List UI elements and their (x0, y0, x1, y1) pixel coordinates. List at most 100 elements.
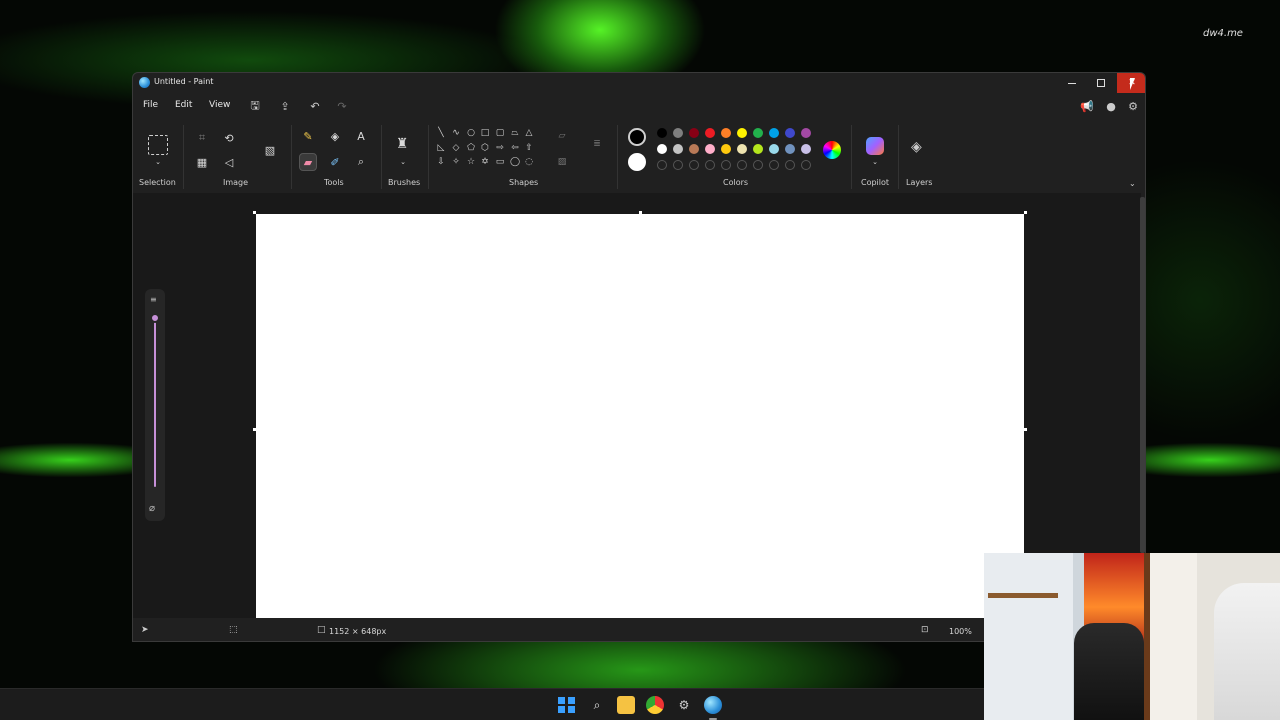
custom-color-slot[interactable] (657, 160, 667, 170)
line-shape-icon[interactable]: ╲ (435, 127, 447, 139)
triangle-shape-icon[interactable]: △ (523, 127, 535, 139)
palette-color-swatch[interactable] (657, 144, 667, 154)
maximize-button[interactable] (1086, 73, 1116, 93)
palette-color-swatch[interactable] (673, 144, 683, 154)
four-point-star-shape-icon[interactable]: ✧ (450, 156, 462, 168)
pencil-icon[interactable]: ✎ (299, 127, 317, 145)
menu-file[interactable]: File (143, 100, 158, 110)
canvas-resize-handle[interactable] (639, 211, 642, 214)
palette-color-swatch[interactable] (721, 144, 731, 154)
canvas-resize-handle[interactable] (253, 211, 256, 214)
selection-tool[interactable] (148, 135, 168, 155)
title-bar[interactable]: Untitled - Paint ✕ (133, 73, 1145, 93)
image-background-icon[interactable]: ▧ (260, 140, 280, 160)
canvas-resize-handle[interactable] (253, 428, 256, 431)
share-icon[interactable]: ⇪ (277, 98, 293, 114)
rectangle-shape-icon[interactable]: □ (479, 127, 491, 139)
arrow-up-shape-icon[interactable]: ⇧ (523, 142, 535, 154)
flip-icon[interactable]: ◁ (220, 153, 238, 171)
custom-color-slot[interactable] (753, 160, 763, 170)
text-tool-icon[interactable]: A (352, 127, 370, 145)
custom-color-slot[interactable] (673, 160, 683, 170)
fill-bucket-icon[interactable]: ◈ (326, 127, 344, 145)
pentagon-shape-icon[interactable]: ⬠ (465, 142, 477, 154)
canvas-resize-handle[interactable] (1024, 428, 1027, 431)
settings-app-icon[interactable]: ⚙ (675, 696, 693, 714)
rounded-rectangle-shape-icon[interactable]: ▢ (494, 127, 506, 139)
custom-color-slot[interactable] (769, 160, 779, 170)
brushes-chevron-down-icon[interactable]: ⌄ (394, 153, 412, 171)
palette-color-swatch[interactable] (769, 144, 779, 154)
oval-shape-icon[interactable]: ○ (465, 127, 477, 139)
vertical-scrollbar[interactable] (1140, 197, 1145, 553)
diamond-shape-icon[interactable]: ◇ (450, 142, 462, 154)
custom-color-slot[interactable] (689, 160, 699, 170)
rotate-icon[interactable]: ⟲ (220, 129, 238, 147)
palette-color-swatch[interactable] (673, 128, 683, 138)
palette-color-swatch[interactable] (769, 128, 779, 138)
custom-color-slot[interactable] (801, 160, 811, 170)
collapse-ribbon-chevron-icon[interactable]: ⌄ (1129, 179, 1136, 188)
edit-colors-icon[interactable] (823, 141, 841, 159)
arrow-down-shape-icon[interactable]: ⇩ (435, 156, 447, 168)
crop-icon[interactable]: ⌗ (193, 129, 211, 147)
shape-fill-icon[interactable]: ▨ (553, 153, 571, 171)
fit-to-window-icon[interactable]: ⊡ (921, 625, 929, 635)
custom-color-slot[interactable] (721, 160, 731, 170)
arrow-right-shape-icon[interactable]: ⇨ (494, 142, 506, 154)
hexagon-shape-icon[interactable]: ⬡ (479, 142, 491, 154)
palette-color-swatch[interactable] (689, 144, 699, 154)
canvas-resize-handle[interactable] (1024, 211, 1027, 214)
account-icon[interactable]: ● (1103, 98, 1119, 114)
resize-icon[interactable]: ▦ (193, 153, 211, 171)
outline-icon[interactable]: ▱ (553, 127, 571, 145)
chrome-icon[interactable] (646, 696, 664, 714)
save-icon[interactable]: 🖫 (247, 98, 263, 114)
palette-color-swatch[interactable] (753, 144, 763, 154)
palette-color-swatch[interactable] (737, 128, 747, 138)
shape-size-icon[interactable]: ≣ (588, 135, 606, 153)
polygon-shape-icon[interactable]: ⏢ (509, 127, 521, 139)
palette-color-swatch[interactable] (785, 128, 795, 138)
callout-rounded-shape-icon[interactable]: ▭ (494, 156, 506, 168)
menu-edit[interactable]: Edit (175, 100, 192, 110)
callout-cloud-shape-icon[interactable]: ◌ (523, 156, 535, 168)
arrow-left-shape-icon[interactable]: ⇦ (509, 142, 521, 154)
brush-size-slider-track[interactable] (154, 315, 156, 487)
settings-icon[interactable]: ⚙ (1125, 98, 1141, 114)
palette-color-swatch[interactable] (801, 144, 811, 154)
layers-icon[interactable]: ◈ (911, 139, 927, 155)
start-button-icon[interactable] (558, 696, 576, 714)
brush-icon[interactable]: ♜ (393, 135, 411, 153)
magnifier-icon[interactable]: ⌕ (352, 153, 370, 171)
secondary-color-swatch[interactable] (628, 153, 646, 171)
menu-view[interactable]: View (209, 100, 230, 110)
primary-color-swatch[interactable] (628, 128, 646, 146)
five-point-star-shape-icon[interactable]: ☆ (465, 156, 477, 168)
minimize-button[interactable] (1057, 73, 1087, 93)
palette-color-swatch[interactable] (753, 128, 763, 138)
eraser-icon[interactable]: ▰ (299, 153, 317, 171)
palette-color-swatch[interactable] (721, 128, 731, 138)
zoom-level[interactable]: 100% (949, 627, 972, 636)
palette-color-swatch[interactable] (801, 128, 811, 138)
callout-oval-shape-icon[interactable]: ◯ (509, 156, 521, 168)
custom-color-slot[interactable] (737, 160, 747, 170)
custom-color-slot[interactable] (785, 160, 795, 170)
palette-color-swatch[interactable] (785, 144, 795, 154)
paint-taskbar-icon[interactable] (704, 696, 722, 714)
feedback-icon[interactable]: 📢 (1079, 98, 1095, 114)
search-icon[interactable]: ⌕ (588, 696, 606, 714)
palette-color-swatch[interactable] (657, 128, 667, 138)
drawing-canvas[interactable] (256, 214, 1024, 618)
palette-color-swatch[interactable] (737, 144, 747, 154)
redo-icon[interactable]: ↷ (334, 98, 350, 114)
right-triangle-shape-icon[interactable]: ◺ (435, 142, 447, 154)
undo-icon[interactable]: ↶ (307, 98, 323, 114)
brush-size-slider-thumb[interactable] (150, 313, 160, 323)
curve-shape-icon[interactable]: ∿ (450, 127, 462, 139)
file-explorer-icon[interactable] (617, 696, 635, 714)
palette-color-swatch[interactable] (705, 144, 715, 154)
copilot-chevron-down-icon[interactable]: ⌄ (866, 153, 884, 171)
color-picker-icon[interactable]: ✐ (326, 153, 344, 171)
